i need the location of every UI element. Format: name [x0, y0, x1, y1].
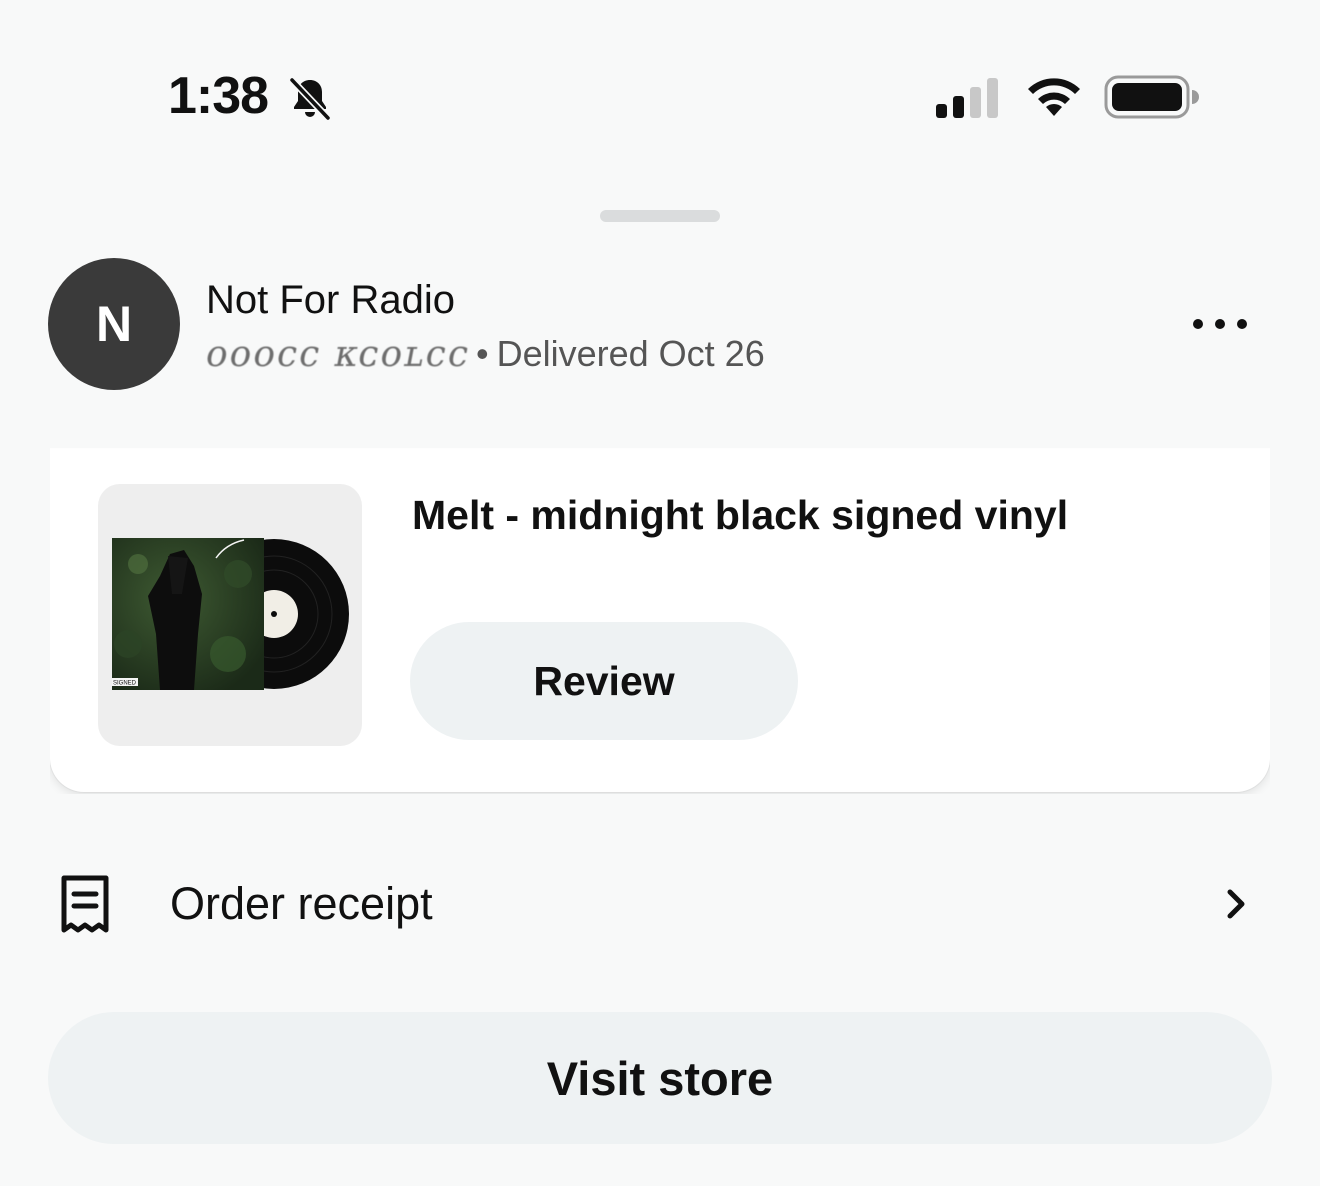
product-thumbnail[interactable]: SIGNED: [98, 484, 362, 746]
chevron-right-icon: [1227, 889, 1245, 919]
header-shade: [0, 432, 1320, 450]
more-options-button[interactable]: [1180, 300, 1260, 348]
review-button[interactable]: Review: [410, 622, 798, 740]
sheet-drag-handle[interactable]: [600, 210, 720, 222]
battery-icon: [1104, 75, 1199, 119]
more-dot: [1215, 319, 1225, 329]
wifi-icon: [1028, 78, 1080, 116]
meta-separator: •: [476, 333, 489, 374]
more-dot: [1237, 319, 1247, 329]
order-meta: ooocc ᴋᴄoʟcc • Delivered Oct 26: [206, 332, 765, 376]
store-name[interactable]: Not For Radio: [206, 278, 455, 323]
visit-store-button[interactable]: Visit store: [48, 1012, 1272, 1144]
masked-customer-name: ooocc ᴋᴄoʟcc: [206, 333, 470, 375]
order-receipt-label: Order receipt: [170, 878, 433, 929]
delivery-status: Delivered Oct 26: [496, 333, 765, 374]
product-title[interactable]: Melt - midnight black signed vinyl: [412, 492, 1068, 539]
order-receipt-row[interactable]: Order receipt: [50, 840, 1270, 968]
status-time: 1:38: [168, 67, 269, 125]
more-horizontal-icon: [1193, 319, 1203, 329]
cellular-signal-icon: [936, 78, 998, 118]
vinyl-album-image: SIGNED: [112, 538, 349, 690]
bell-slash-icon: [289, 77, 331, 121]
status-bar: 1:38: [0, 0, 1320, 170]
store-avatar[interactable]: N: [48, 258, 180, 390]
avatar-initial: N: [95, 296, 133, 352]
receipt-icon: [61, 875, 109, 933]
signed-badge: SIGNED: [113, 681, 137, 687]
